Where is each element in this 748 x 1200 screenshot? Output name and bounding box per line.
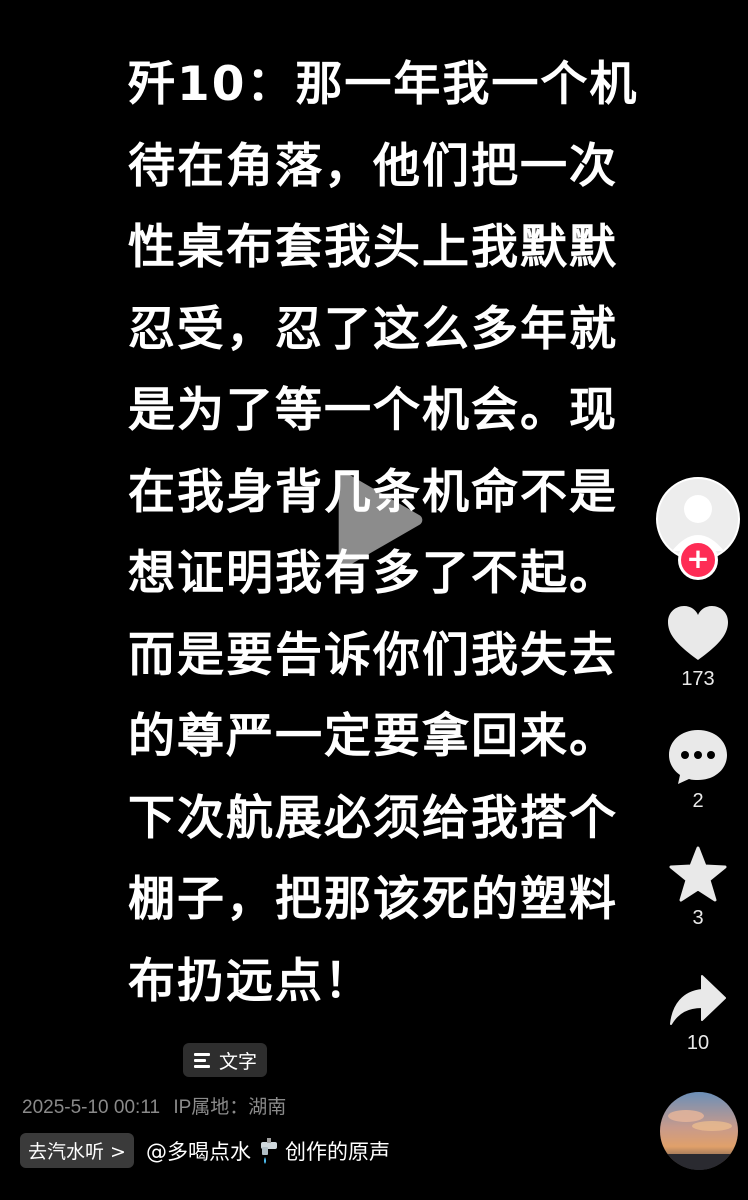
post-line: 是为了等一个机会。现 [128, 383, 618, 438]
comment-group[interactable]: 2 [650, 728, 746, 813]
text-mode-tag[interactable]: 文字 [183, 1043, 268, 1077]
post-meta: 2025-5-10 00:11 IP属地：湖南 [22, 1092, 286, 1119]
post-line: 布扔远点！ [128, 953, 373, 1009]
post-line: 歼10：那一年我一个机 [128, 57, 639, 112]
post-line: 性桌布套我头上我默默 [128, 220, 618, 275]
favorite-count: 3 [692, 907, 704, 929]
play-icon[interactable] [320, 465, 430, 575]
favorite-group[interactable]: 3 [650, 845, 746, 930]
open-qishui-chip[interactable]: 去汽水听 > [20, 1133, 134, 1168]
post-line: 下次航展必须给我搭个 [128, 790, 618, 846]
music-row[interactable]: 去汽水听 > @多喝点水 创作的原声 [20, 1133, 390, 1168]
post-datetime: 2025-5-10 00:11 [22, 1097, 161, 1118]
share-count: 10 [686, 1032, 710, 1054]
comment-icon[interactable] [667, 728, 729, 786]
like-group[interactable]: 173 [650, 604, 746, 691]
faucet-icon [260, 1137, 277, 1164]
heart-icon[interactable] [666, 604, 730, 664]
follow-plus: + [686, 542, 710, 575]
share-group[interactable]: 10 [650, 972, 746, 1055]
like-count: 173 [681, 668, 715, 690]
post-line: 忍受，忍了这么多年就 [128, 301, 618, 357]
text-lines-icon [194, 1053, 210, 1068]
post-line: 棚子，把那该死的塑料 [128, 872, 618, 927]
post-line: 而是要告诉你们我失去 [128, 627, 618, 683]
music-disc-avatar[interactable] [660, 1092, 738, 1170]
star-icon[interactable] [668, 845, 728, 903]
sound-author[interactable]: @多喝点水 [146, 1136, 251, 1166]
text-tag-label: 文字 [219, 1050, 258, 1073]
post-line: 的尊严一定要拿回来。 [128, 709, 618, 764]
comment-count: 2 [692, 790, 704, 812]
sound-suffix: 创作的原声 [284, 1139, 390, 1164]
share-icon[interactable] [668, 972, 728, 1028]
follow-button[interactable]: + [678, 540, 718, 580]
sunset-sky-image [660, 1092, 738, 1170]
ip-location: IP属地：湖南 [173, 1097, 287, 1118]
post-line: 待在角落，他们把一次 [128, 138, 618, 194]
